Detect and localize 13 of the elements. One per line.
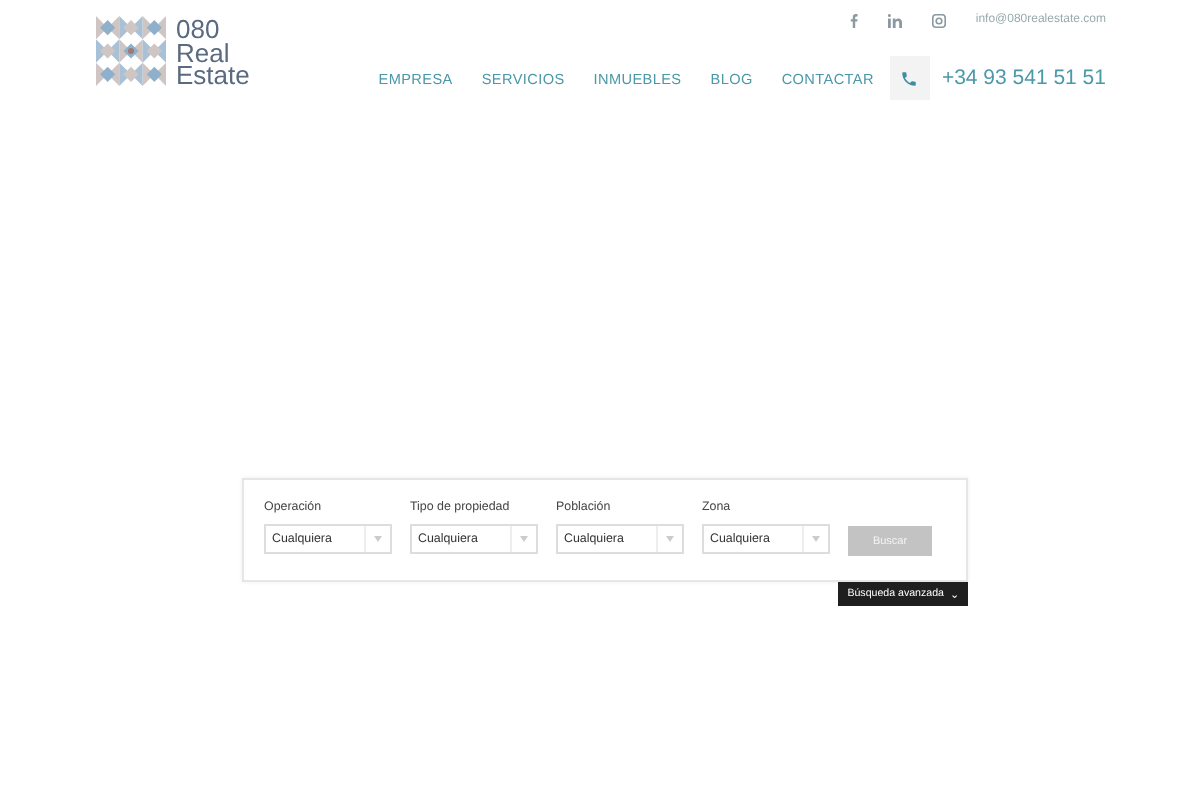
phone-number[interactable]: +34 93 541 51 51 bbox=[941, 66, 1106, 90]
logo-text: Estate bbox=[176, 64, 250, 87]
logo-text: Real bbox=[176, 41, 230, 64]
caret-icon bbox=[666, 536, 674, 542]
instagram-icon[interactable] bbox=[931, 13, 946, 27]
facebook-icon[interactable] bbox=[849, 13, 858, 27]
phone-icon bbox=[900, 69, 919, 87]
logo-tile-icon bbox=[96, 16, 166, 86]
linkedin-icon[interactable] bbox=[887, 13, 902, 27]
logo-text: 080 bbox=[176, 18, 220, 41]
caret-icon bbox=[520, 536, 528, 542]
caret-icon bbox=[374, 536, 382, 542]
caret-icon bbox=[812, 536, 820, 542]
